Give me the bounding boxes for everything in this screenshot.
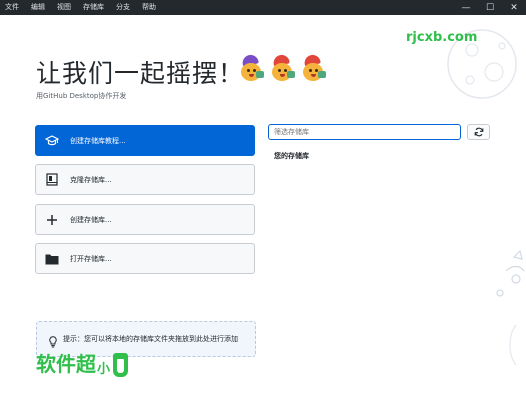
window-controls: — ☐ ✕ — [454, 0, 526, 15]
party-face-emoji — [238, 53, 264, 83]
watermark-brand: 软件超小 — [36, 348, 129, 377]
menu-branch[interactable]: 分支 — [111, 0, 137, 15]
refresh-button[interactable] — [467, 124, 490, 140]
watermark-brand-text: 软件超 — [36, 352, 96, 376]
menu-file[interactable]: 文件 — [0, 0, 26, 15]
tip-label: 提示： — [63, 335, 84, 343]
tip-text: 提示：您可以将本地的存储库文件夹拖放到此处进行添加 — [63, 334, 238, 344]
maximize-button[interactable]: ☐ — [478, 0, 502, 15]
action-label: 克隆存储库... — [70, 175, 112, 184]
plus-icon — [45, 213, 59, 227]
sync-icon — [474, 127, 484, 137]
clone-repo-button[interactable]: 克隆存储库... — [35, 164, 255, 195]
desktop-download-icon — [45, 173, 59, 187]
menu-repository[interactable]: 存储库 — [78, 0, 111, 15]
minimize-button[interactable]: — — [454, 0, 478, 15]
light-bulb-icon — [49, 333, 57, 348]
repository-filter-input[interactable] — [268, 124, 461, 140]
watermark-url: rjcxb.com — [406, 30, 478, 45]
party-face-emoji — [300, 53, 326, 83]
create-tutorial-repo-button[interactable]: 创建存储库教程... — [35, 125, 255, 156]
action-label: 创建存储库教程... — [70, 136, 126, 145]
create-repo-button[interactable]: 创建存储库... — [35, 204, 255, 235]
tip-message: 您可以将本地的存储库文件夹拖放到此处进行添加 — [84, 335, 238, 343]
menu-edit[interactable]: 编辑 — [26, 0, 52, 15]
watermark-brand-small: 小 — [97, 362, 111, 377]
menu-bar: 文件 编辑 视图 存储库 分支 帮助 — ☐ ✕ — [0, 0, 526, 15]
dancer-emojis — [238, 53, 326, 83]
graduation-cap-icon — [45, 134, 59, 148]
party-face-emoji — [269, 53, 295, 83]
your-repositories-heading: 您的存储库 — [274, 152, 309, 160]
welcome-subtitle: 用GitHub Desktop协作开发 — [36, 92, 127, 100]
folder-icon — [45, 252, 59, 266]
action-label: 创建存储库... — [70, 215, 112, 224]
open-repo-button[interactable]: 打开存储库... — [35, 243, 255, 274]
cup-icon — [113, 353, 129, 377]
rocket-illustration — [496, 249, 525, 366]
menu-help[interactable]: 帮助 — [137, 0, 163, 15]
welcome-title: 让我们一起摇摆！ — [36, 59, 245, 88]
action-label: 打开存储库... — [70, 254, 112, 263]
menu-view[interactable]: 视图 — [52, 0, 78, 15]
close-button[interactable]: ✕ — [502, 0, 526, 15]
